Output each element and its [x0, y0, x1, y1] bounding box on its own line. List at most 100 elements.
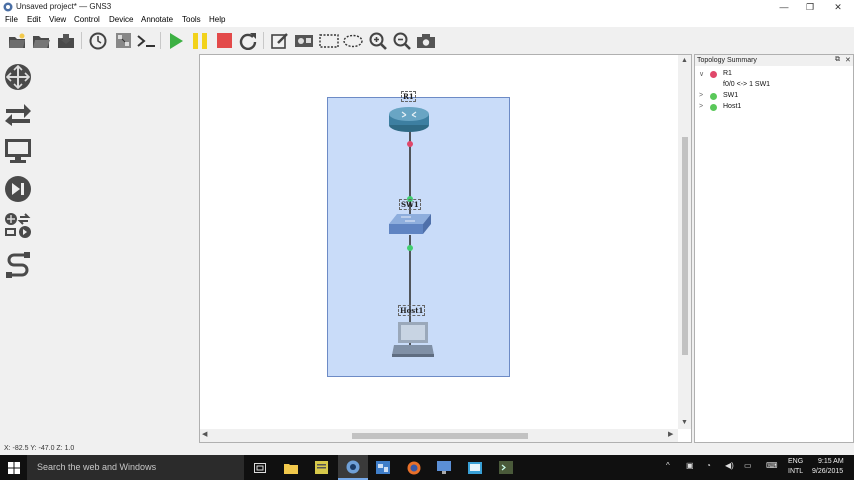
- toolbar-separator: [263, 32, 264, 49]
- taskbar-app-terminal[interactable]: [491, 455, 521, 480]
- router-node[interactable]: [388, 106, 430, 135]
- screenshot-button[interactable]: [416, 30, 436, 51]
- open-project-button[interactable]: [31, 30, 51, 51]
- undock-icon[interactable]: ⧉: [835, 56, 840, 64]
- draw-rectangle-button[interactable]: [319, 30, 339, 51]
- node-label-r1[interactable]: R1: [401, 91, 416, 102]
- tray-app-icon[interactable]: ▣: [686, 461, 694, 470]
- tree-item-sw1[interactable]: > SW1: [699, 92, 849, 102]
- reload-all-button[interactable]: [238, 30, 258, 51]
- menu-view[interactable]: View: [49, 15, 66, 24]
- language-indicator[interactable]: ENG: [788, 458, 803, 465]
- close-panel-icon[interactable]: ✕: [845, 56, 851, 64]
- suspend-all-button[interactable]: [190, 30, 210, 51]
- start-button[interactable]: [0, 455, 27, 480]
- host-node[interactable]: [392, 321, 434, 359]
- taskbar-file-explorer[interactable]: [276, 455, 306, 480]
- tree-label-host1: Host1: [723, 103, 742, 110]
- camera-icon: [417, 33, 435, 48]
- status-dot-started: [710, 104, 717, 111]
- minimize-button[interactable]: —: [770, 0, 798, 14]
- snapshot-button[interactable]: [88, 30, 108, 51]
- show-interface-labels-button[interactable]: [113, 30, 133, 51]
- stop-all-button[interactable]: [214, 30, 234, 51]
- menu-tools[interactable]: Tools: [182, 15, 201, 24]
- scroll-down-arrow-icon[interactable]: ▼: [681, 419, 688, 427]
- gns3-taskbar-icon: [346, 460, 360, 473]
- switches-button[interactable]: [3, 99, 33, 129]
- menu-control[interactable]: Control: [74, 15, 100, 24]
- vertical-scroll-thumb[interactable]: [682, 137, 688, 355]
- monitor-icon: [5, 139, 31, 163]
- tray-overflow-icon[interactable]: ^: [666, 461, 670, 470]
- keyboard-icon[interactable]: ⌨: [766, 461, 778, 470]
- action-center-icon[interactable]: ▭: [744, 461, 752, 470]
- menu-bar: File Edit View Control Device Annotate T…: [0, 14, 854, 27]
- scroll-left-arrow-icon[interactable]: ◀: [202, 431, 207, 439]
- task-view-button[interactable]: [245, 455, 275, 480]
- menu-file[interactable]: File: [5, 15, 18, 24]
- taskbar-gns3[interactable]: [338, 455, 368, 480]
- save-icon: [58, 33, 74, 48]
- security-devices-button[interactable]: [3, 174, 33, 204]
- scroll-up-arrow-icon[interactable]: ▲: [681, 57, 688, 65]
- save-project-button[interactable]: [56, 30, 76, 51]
- menu-edit[interactable]: Edit: [27, 15, 41, 24]
- scroll-right-arrow-icon[interactable]: ▶: [668, 431, 673, 439]
- menu-device[interactable]: Device: [109, 15, 133, 24]
- console-all-button[interactable]: [137, 30, 157, 51]
- add-link-button[interactable]: [3, 250, 33, 280]
- network-icon[interactable]: ◔: [706, 461, 711, 470]
- summary-header: Topology Summary ⧉ ✕: [695, 55, 853, 66]
- taskbar-app-blue[interactable]: [368, 455, 398, 480]
- node-label-sw1[interactable]: SW1: [399, 199, 421, 210]
- taskbar-search[interactable]: Search the web and Windows: [27, 455, 244, 480]
- keyboard-layout-indicator[interactable]: INTL: [788, 468, 803, 475]
- close-button[interactable]: ✕: [824, 0, 852, 14]
- insert-picture-button[interactable]: [294, 30, 314, 51]
- taskbar-firefox[interactable]: [399, 455, 429, 480]
- play-icon: [170, 32, 183, 49]
- horizontal-scroll-thumb[interactable]: [352, 433, 528, 439]
- window-app-icon: [376, 461, 390, 474]
- clock-icon: [89, 32, 107, 49]
- new-project-button[interactable]: [7, 30, 27, 51]
- draw-ellipse-button[interactable]: [343, 30, 363, 51]
- status-bar: X: -82.5 Y: -47.0 Z: 1.0: [0, 443, 854, 455]
- dock-empty-area: [40, 54, 196, 442]
- status-dot-stopped: [710, 71, 717, 78]
- status-dot-started: [710, 93, 717, 100]
- tree-item-r1[interactable]: ∨ R1: [699, 70, 849, 80]
- restore-button[interactable]: ❐: [796, 0, 824, 14]
- menu-annotate[interactable]: Annotate: [141, 15, 173, 24]
- menu-help[interactable]: Help: [209, 15, 225, 24]
- canvas-horizontal-scrollbar[interactable]: ◀ ▶: [200, 429, 678, 442]
- reload-icon: [239, 32, 257, 50]
- add-note-button[interactable]: [270, 30, 290, 51]
- switch-node[interactable]: [388, 213, 432, 237]
- collapse-arrow-icon[interactable]: >: [699, 92, 703, 99]
- end-devices-button[interactable]: [3, 136, 33, 166]
- main-toolbar: [0, 27, 854, 54]
- topology-canvas[interactable]: R1 SW1 Host1 ▲ ▼ ◀ ▶: [199, 54, 692, 443]
- clock-date[interactable]: 9/26/2015: [812, 468, 843, 475]
- zoom-out-button[interactable]: [392, 30, 412, 51]
- volume-icon[interactable]: ◀): [725, 461, 734, 470]
- terminal-app-icon: [499, 461, 513, 474]
- taskbar-app-cyan[interactable]: [460, 455, 490, 480]
- tree-child-link[interactable]: f0/0 <-> 1 SW1: [699, 81, 849, 91]
- expand-arrow-icon[interactable]: ∨: [699, 70, 704, 78]
- taskbar-app-notes[interactable]: [306, 455, 336, 480]
- all-devices-button[interactable]: [3, 211, 33, 241]
- zoom-in-icon: [369, 32, 387, 50]
- canvas-vertical-scrollbar[interactable]: ▲ ▼: [678, 55, 691, 429]
- tree-item-host1[interactable]: > Host1: [699, 103, 849, 113]
- start-all-button[interactable]: [166, 30, 186, 51]
- taskbar-app-monitor[interactable]: [429, 455, 459, 480]
- summary-title: Topology Summary: [697, 57, 757, 64]
- zoom-in-button[interactable]: [368, 30, 388, 51]
- collapse-arrow-icon[interactable]: >: [699, 103, 703, 110]
- clock-time[interactable]: 9:15 AM: [818, 458, 844, 465]
- node-label-host1[interactable]: Host1: [398, 305, 426, 316]
- routers-button[interactable]: [3, 62, 33, 92]
